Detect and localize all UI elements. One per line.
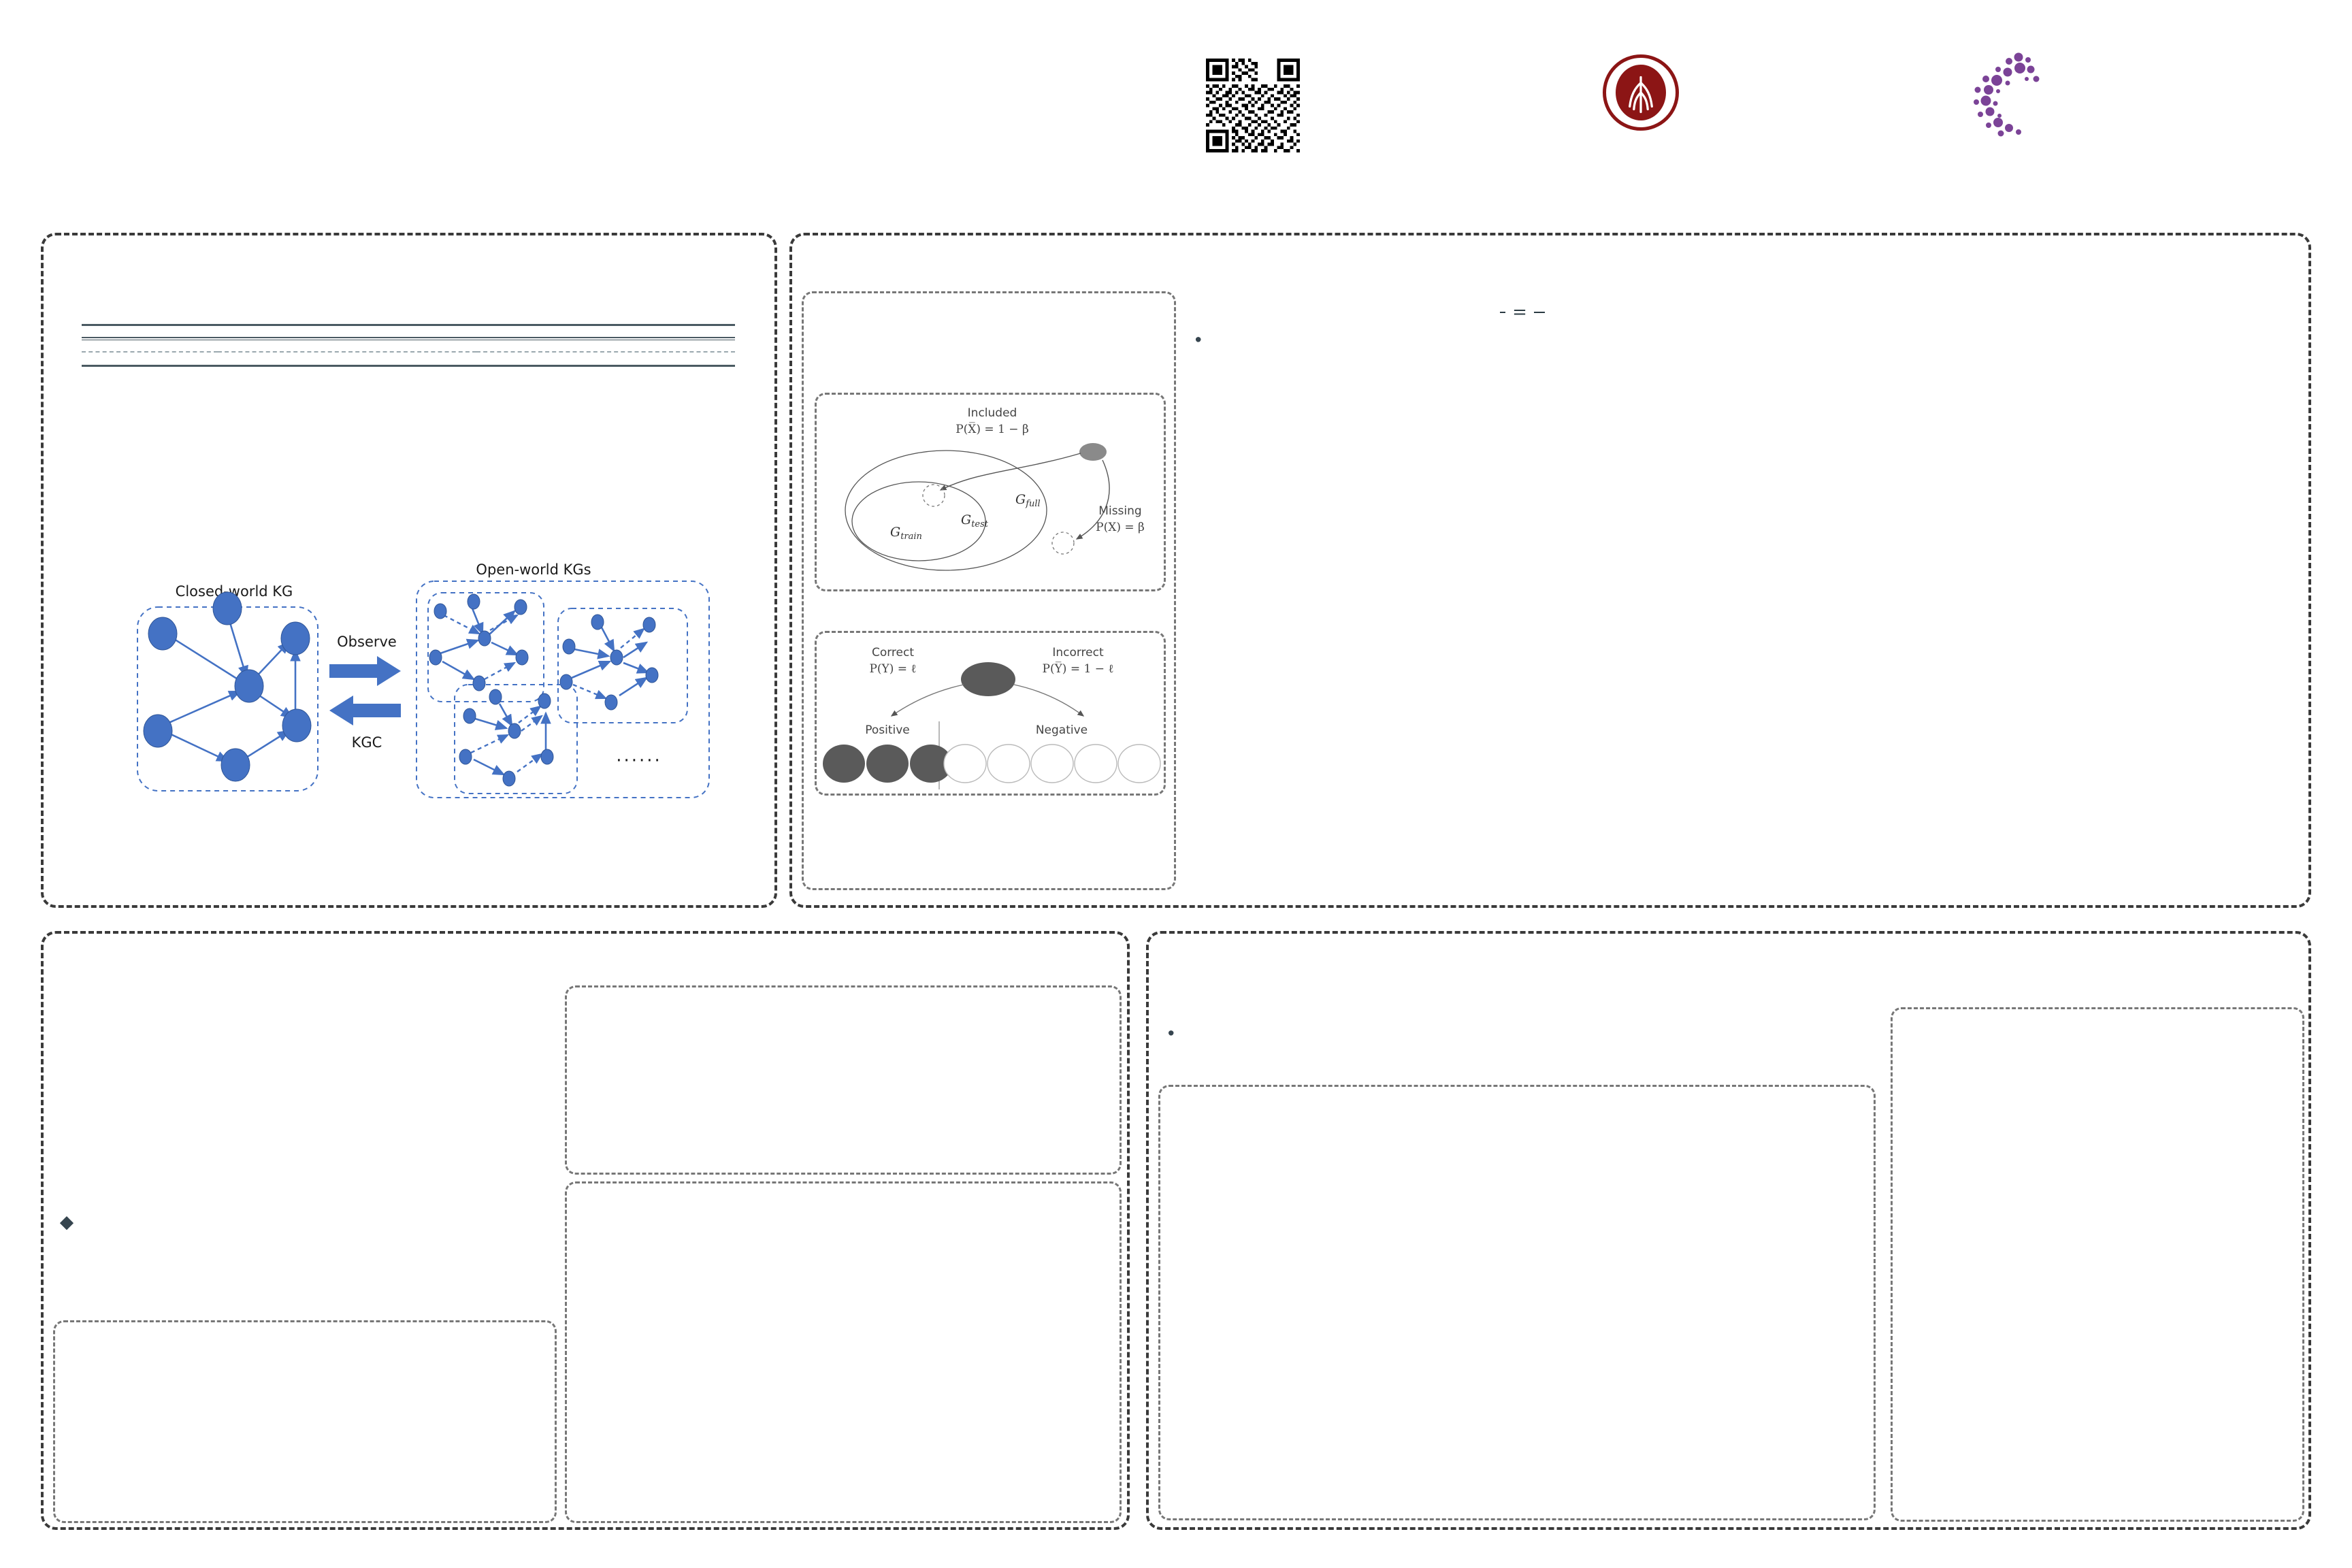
- open-world-kgs-label: Open-world KGs: [476, 562, 591, 578]
- missing-prob: P(X) = β: [1096, 521, 1145, 534]
- panel-experimental-verification: ◆ ◆ ◆: [41, 931, 1130, 1530]
- chart-correlated: [308, 1326, 553, 1524]
- g-full-label: Gfull: [1015, 492, 1041, 509]
- chart-independent: [61, 1326, 306, 1524]
- missing-label: Missing: [1098, 504, 1141, 518]
- peking-university-logo: [1603, 54, 1688, 131]
- chart-density-75: [571, 1354, 843, 1526]
- included-prob: P(X̅) = 1 − β: [956, 422, 1029, 436]
- open-world-kgs-ellipsis: ······: [616, 751, 662, 771]
- bullet-dot-icon: •: [1168, 1023, 1175, 1043]
- model-kgc-subbox: Included P(X̅) = 1 − β Gfull Gtest Gtrai…: [802, 291, 1176, 890]
- chart-hits3-rank-scatter: [1902, 1267, 2296, 1519]
- fact-missing-diagram: Included P(X̅) = 1 − β Gfull Gtest Gtrai…: [845, 406, 1145, 571]
- table-bottom-rule: [82, 363, 735, 366]
- col-head-blank: [82, 325, 218, 338]
- observe-arrow-label: Observe: [337, 634, 397, 650]
- bullet-dot-icon: •: [1195, 329, 1202, 350]
- correct-label: Correct: [872, 646, 914, 659]
- theory-text-column: = • • •: [1191, 294, 1858, 350]
- row1-label: [82, 340, 218, 352]
- chart-approximation-simulation-emrr: [1861, 256, 2296, 566]
- kgc-arrow-label: KGC: [352, 734, 382, 751]
- diamond-icon: ◆: [60, 1211, 74, 1232]
- table-header-row: [82, 325, 735, 338]
- poster-header: [0, 0, 2352, 204]
- mrr-derivative-formula: =: [1191, 302, 1858, 323]
- incorrect-label: Incorrect: [1052, 646, 1104, 659]
- col-head-closed: [218, 325, 476, 338]
- col-head-open: [476, 325, 735, 338]
- model-predicting-diagram-box: Correct P(Y) = ℓ Incorrect P(Y̅) = 1 − ℓ…: [815, 631, 1166, 796]
- assumption-table-wrap: [82, 324, 735, 367]
- metrics-comparison-box: [1158, 1085, 1876, 1520]
- row2-open-cell: [476, 353, 735, 364]
- kg-observation-diagram: Closed-world KG Open-world KGs Observe K…: [137, 562, 710, 798]
- neurips-swirl-icon: [1968, 52, 2050, 139]
- formula-lhs-num: [1500, 312, 1506, 313]
- density75-inconsistency-box: [565, 985, 1122, 1175]
- observe-arrow: Observe: [329, 634, 401, 686]
- row2-label: [82, 353, 218, 364]
- formula-equals: =: [1512, 302, 1527, 323]
- panel-open-world-problem: Closed-world KG Open-world KGs Observe K…: [41, 233, 777, 908]
- included-label: Included: [968, 406, 1017, 420]
- density-grid-box: [565, 1181, 1122, 1523]
- panel-focus-on-top: • •: [1146, 931, 2311, 1530]
- row1-closed: [218, 340, 476, 352]
- positive-balls: [823, 745, 952, 783]
- chart-metric-025-mrr: [1494, 1320, 1752, 1520]
- chart-alpha-08: [1861, 574, 2296, 891]
- incorrect-prob: P(Y̅) = 1 − ℓ: [1043, 662, 1114, 676]
- chart-metric-mrr: [1220, 1129, 1479, 1323]
- pku-seal-icon: [1603, 54, 1679, 131]
- chart-density-75-annotated: [574, 992, 812, 1176]
- chart-metric-log-mrr: [1494, 1129, 1752, 1323]
- correct-prob: P(Y) = ℓ: [869, 662, 916, 676]
- table-row: [82, 340, 735, 352]
- formula-rhs-num: [1533, 312, 1545, 313]
- neurips-logo: [1968, 52, 2057, 139]
- closed-world-kg-graph: [143, 591, 312, 782]
- rank-metric-box: [1891, 1007, 2304, 1522]
- chart-mrr-rank-scatter: [1902, 1016, 2296, 1269]
- chart-metric-05-mrr: [1220, 1320, 1479, 1520]
- pku-seal-glyph: [1629, 76, 1653, 114]
- g-train-label: Gtrain: [890, 525, 922, 542]
- table-row: [82, 353, 735, 364]
- kgc-arrow: KGC: [329, 696, 401, 751]
- fact-missing-diagram-box: Included P(X̅) = 1 − β Gfull Gtest Gtrai…: [815, 393, 1166, 591]
- chart-density-95: [571, 1186, 843, 1358]
- poster-root: Closed-world KG Open-world KGs Observe K…: [0, 0, 2352, 1568]
- chart-density-65: [846, 1354, 1118, 1526]
- negative-label: Negative: [1036, 723, 1088, 737]
- neurips-swirl-glyph: [1974, 52, 2040, 137]
- assumption-table: [82, 324, 735, 367]
- qr-code-icon[interactable]: [1206, 59, 1300, 152]
- model-predicting-diagram: Correct P(Y) = ℓ Incorrect P(Y̅) = 1 − ℓ…: [823, 646, 1161, 789]
- negative-balls: [943, 744, 1161, 783]
- chart-density-85: [846, 1186, 1118, 1358]
- row1-open: [476, 340, 735, 352]
- panel-theoretical-analysis: Included P(X̅) = 1 − β Gfull Gtest Gtrai…: [789, 233, 2311, 908]
- positive-label: Positive: [865, 723, 910, 737]
- row2-closed: [218, 353, 476, 364]
- independent-correlated-box: [53, 1320, 557, 1523]
